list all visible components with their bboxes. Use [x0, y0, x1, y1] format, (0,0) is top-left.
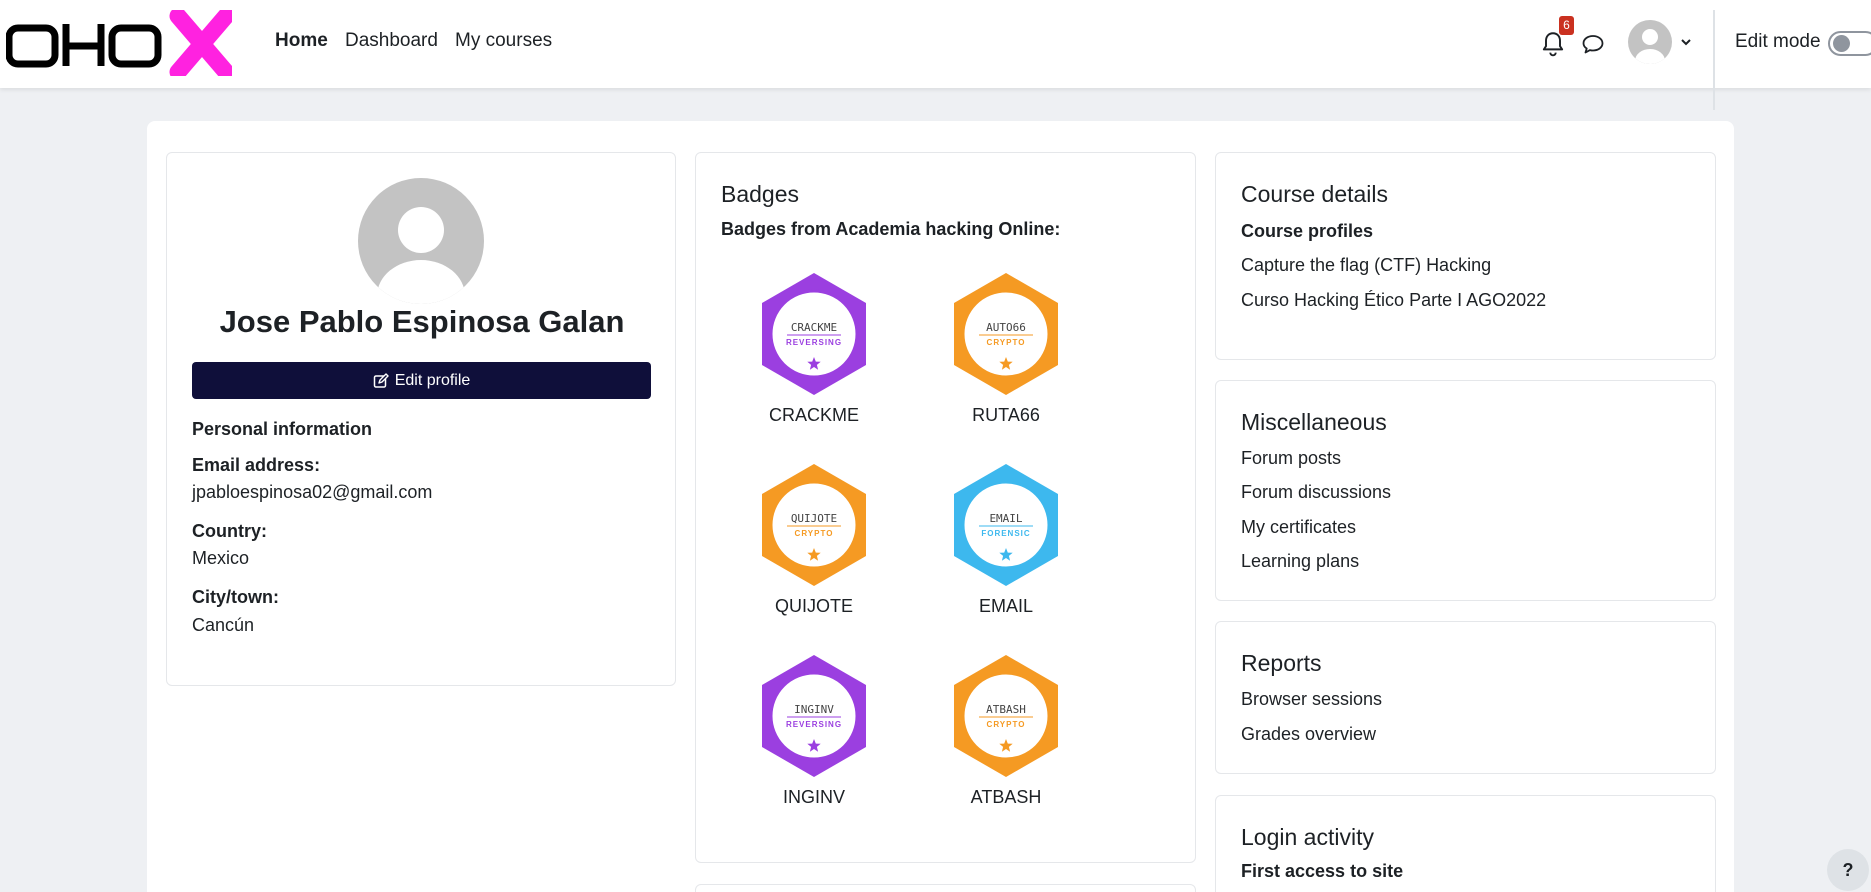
badge-item[interactable]: EMAIL FORENSIC EMAIL	[926, 462, 1086, 622]
country-label: Country:	[192, 521, 267, 541]
toggle-knob	[1833, 35, 1850, 52]
next-card	[695, 884, 1196, 892]
forum-discussions-link[interactable]: Forum discussions	[1241, 482, 1391, 503]
email-value: jpabloespinosa02@gmail.com	[192, 482, 433, 502]
badge-emblem: ATBASH CRYPTO	[954, 655, 1058, 777]
badge-category-text: REVERSING	[786, 720, 842, 729]
city-label: City/town:	[192, 587, 279, 607]
course-details-card: Course details Course profiles Capture t…	[1215, 152, 1716, 360]
forum-posts-link[interactable]: Forum posts	[1241, 448, 1341, 469]
email-label: Email address:	[192, 455, 321, 475]
badge-emblem: AUTO66 CRYPTO	[954, 273, 1058, 395]
edit-profile-button[interactable]: Edit profile	[192, 362, 651, 399]
badge-name: ATBASH	[970, 787, 1042, 807]
edit-profile-label: Edit profile	[394, 371, 471, 389]
notification-count-badge: 6	[1559, 16, 1574, 35]
badge-emblem: QUIJOTE CRYPTO	[762, 464, 866, 586]
miscellaneous-title: Miscellaneous	[1241, 409, 1387, 435]
badge-name: CRACKME	[768, 405, 859, 425]
profile-avatar-icon	[358, 178, 484, 304]
browser-sessions-link[interactable]: Browser sessions	[1241, 689, 1382, 710]
country-value: Mexico	[192, 548, 250, 568]
badge-emblem: CRACKME REVERSING	[762, 273, 866, 395]
message-icon[interactable]	[1580, 32, 1606, 56]
course-profiles-heading: Course profiles	[1241, 221, 1374, 241]
course-details-title: Course details	[1241, 181, 1389, 207]
user-avatar-icon[interactable]	[1627, 19, 1673, 65]
badge-name: INGINV	[782, 787, 845, 807]
login-activity-title: Login activity	[1241, 824, 1374, 850]
edit-mode-toggle[interactable]	[1828, 31, 1871, 56]
badge-category-text: REVERSING	[786, 338, 842, 347]
site-logo[interactable]	[6, 10, 232, 76]
top-navbar: Home Dashboard My courses 6 Edit mode	[0, 0, 1871, 110]
badge-emblem: EMAIL FORENSIC	[954, 464, 1058, 586]
badge-name: EMAIL	[978, 596, 1034, 616]
badge-item[interactable]: ATBASH CRYPTO ATBASH	[926, 653, 1086, 813]
help-button[interactable]: ?	[1827, 849, 1869, 891]
nav-home[interactable]: Home	[275, 30, 328, 52]
first-access-heading: First access to site	[1241, 861, 1404, 881]
badge-name: QUIJOTE	[774, 596, 853, 616]
edit-mode-label: Edit mode	[1735, 31, 1821, 52]
badges-title: Badges	[721, 181, 800, 207]
nav-dashboard[interactable]: Dashboard	[345, 30, 438, 52]
personal-information-heading: Personal information	[192, 419, 373, 439]
badge-logo-text: EMAIL	[989, 512, 1022, 525]
badge-logo-text: QUIJOTE	[791, 512, 837, 525]
badge-item[interactable]: QUIJOTE CRYPTO QUIJOTE	[734, 462, 894, 622]
login-activity-card: Login activity First access to site	[1215, 795, 1716, 892]
city-value: Cancún	[192, 615, 255, 635]
reports-title: Reports	[1241, 650, 1322, 676]
badge-item[interactable]: CRACKME REVERSING CRACKME	[734, 271, 894, 431]
badges-subtitle: Badges from Academia hacking Online:	[721, 219, 1061, 239]
chevron-down-icon[interactable]	[1679, 35, 1693, 49]
badge-emblem: INGINV REVERSING	[762, 655, 866, 777]
badge-category-text: FORENSIC	[981, 529, 1030, 538]
grades-overview-link[interactable]: Grades overview	[1241, 724, 1376, 745]
profile-card: Jose Pablo Espinosa Galan Edit profile P…	[166, 152, 676, 686]
course-link[interactable]: Curso Hacking Ético Parte I AGO2022	[1241, 290, 1546, 311]
edit-icon	[373, 372, 389, 388]
badge-logo-text: INGINV	[794, 703, 834, 716]
badge-item[interactable]: INGINV REVERSING INGINV	[734, 653, 894, 813]
miscellaneous-card: Miscellaneous Forum posts Forum discussi…	[1215, 380, 1716, 601]
nav-divider	[1713, 10, 1715, 110]
badge-category-text: CRYPTO	[795, 529, 834, 538]
my-certificates-link[interactable]: My certificates	[1241, 517, 1356, 538]
badge-logo-text: CRACKME	[791, 321, 837, 334]
badge-category-text: CRYPTO	[987, 720, 1026, 729]
course-link[interactable]: Capture the flag (CTF) Hacking	[1241, 255, 1491, 276]
profile-fullname: Jose Pablo Espinosa Galan	[219, 304, 625, 339]
badge-logo-text: ATBASH	[986, 703, 1026, 716]
reports-card: Reports Browser sessions Grades overview	[1215, 621, 1716, 774]
badges-card: Badges Badges from Academia hacking Onli…	[695, 152, 1196, 863]
badge-category-text: CRYPTO	[987, 338, 1026, 347]
nav-my-courses[interactable]: My courses	[455, 30, 552, 52]
badge-name: RUTA66	[972, 405, 1040, 425]
learning-plans-link[interactable]: Learning plans	[1241, 551, 1359, 572]
badge-item[interactable]: AUTO66 CRYPTO RUTA66	[926, 271, 1086, 431]
badge-logo-text: AUTO66	[986, 321, 1026, 334]
